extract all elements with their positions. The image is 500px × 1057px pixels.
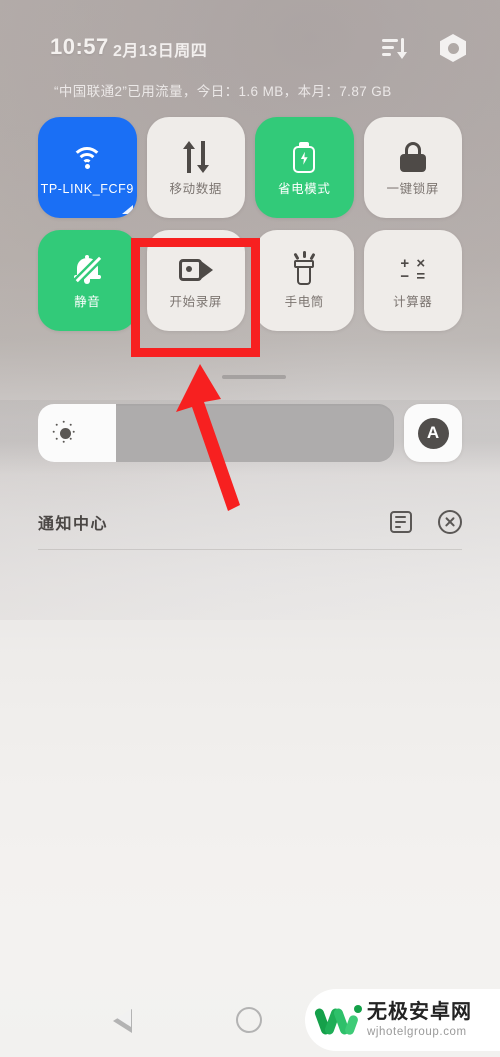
- sort-descending-icon[interactable]: [382, 37, 407, 59]
- status-bar-date: 2月13日周四: [113, 43, 208, 60]
- bell-off-icon: [73, 252, 102, 288]
- brightness-row: A: [38, 404, 462, 462]
- calc-minus-glyph: −: [400, 267, 410, 285]
- hex-gear-icon[interactable]: [440, 34, 466, 62]
- tile-label-battery-saver: 省电模式: [278, 182, 331, 197]
- data-usage-text: “中国联通2”已用流量，今日：1.6 MB，本月：7.87 GB: [54, 84, 392, 99]
- lock-icon: [399, 139, 426, 175]
- watermark-site-name: 无极安卓网: [367, 1000, 472, 1023]
- phone-screen: 10:57 2月13日周四 “中国联通2”已用流量，今日：1.6 MB，本月：7…: [0, 0, 500, 1057]
- notification-divider: [38, 549, 462, 550]
- watermark-url: wjhotelgroup.com: [367, 1025, 467, 1038]
- status-bar-icon-group: [382, 34, 466, 62]
- tile-label-lock-screen: 一键锁屏: [386, 182, 439, 197]
- watermark-text: 无极安卓网 wjhotelgroup.com: [367, 1000, 472, 1038]
- tile-label-mobile-data: 移动数据: [169, 182, 222, 197]
- wifi-icon: [70, 139, 104, 175]
- notification-settings-icon[interactable]: [390, 511, 412, 533]
- flashlight-icon: [293, 251, 315, 288]
- auto-brightness-label: A: [417, 417, 449, 449]
- status-bar-time: 10:57: [50, 34, 109, 59]
- auto-brightness-icon[interactable]: A: [404, 404, 462, 462]
- clear-all-icon[interactable]: [438, 510, 462, 534]
- status-bar: 10:57 2月13日周四 “中国联通2”已用流量，今日：1.6 MB，本月：7…: [0, 34, 500, 99]
- calculator-icon: + × − =: [397, 252, 429, 288]
- brightness-slider[interactable]: [38, 404, 394, 462]
- site-watermark: 无极安卓网 wjhotelgroup.com: [305, 989, 500, 1051]
- tile-label-screen-record: 开始录屏: [169, 295, 222, 310]
- tile-label-wifi: TP-LINK_FCF9: [40, 182, 134, 197]
- quick-settings-grid: TP-LINK_FCF9 移动数据 省电模式 一键锁屏 静音 开始录屏 手电筒 …: [38, 117, 462, 331]
- quick-settings-row-2: 静音 开始录屏 手电筒 + × − = 计算器: [38, 230, 462, 331]
- tile-calculator[interactable]: + × − = 计算器: [363, 230, 462, 331]
- notification-center-header: 通知中心: [38, 495, 462, 549]
- mobile-data-icon: [182, 139, 209, 175]
- notification-center-title: 通知中心: [38, 516, 109, 533]
- tile-battery-saver[interactable]: 省电模式: [255, 117, 354, 218]
- screen-record-icon: [178, 252, 213, 288]
- quick-settings-row-1: TP-LINK_FCF9 移动数据 省电模式 一键锁屏: [38, 117, 462, 218]
- tile-corner-marker: [121, 205, 133, 214]
- back-triangle-inner: [117, 1009, 131, 1027]
- sun-icon: [52, 420, 78, 446]
- tile-lock-screen[interactable]: 一键锁屏: [363, 117, 462, 218]
- w-logo-icon: [313, 1003, 362, 1037]
- calc-equals-glyph: =: [416, 267, 426, 285]
- tile-label-flashlight: 手电筒: [284, 295, 324, 310]
- tile-label-mute: 静音: [74, 295, 101, 310]
- tile-label-calculator: 计算器: [393, 295, 433, 310]
- home-circle-icon[interactable]: [236, 1007, 262, 1033]
- panel-drag-handle[interactable]: [222, 375, 286, 379]
- battery-saver-icon: [293, 139, 316, 175]
- tile-wifi[interactable]: TP-LINK_FCF9: [38, 117, 137, 218]
- tile-mute[interactable]: 静音: [38, 230, 137, 331]
- notification-center-actions: [390, 510, 462, 534]
- tile-flashlight[interactable]: 手电筒: [255, 230, 354, 331]
- tile-screen-record[interactable]: 开始录屏: [146, 230, 245, 331]
- tile-mobile-data[interactable]: 移动数据: [146, 117, 245, 218]
